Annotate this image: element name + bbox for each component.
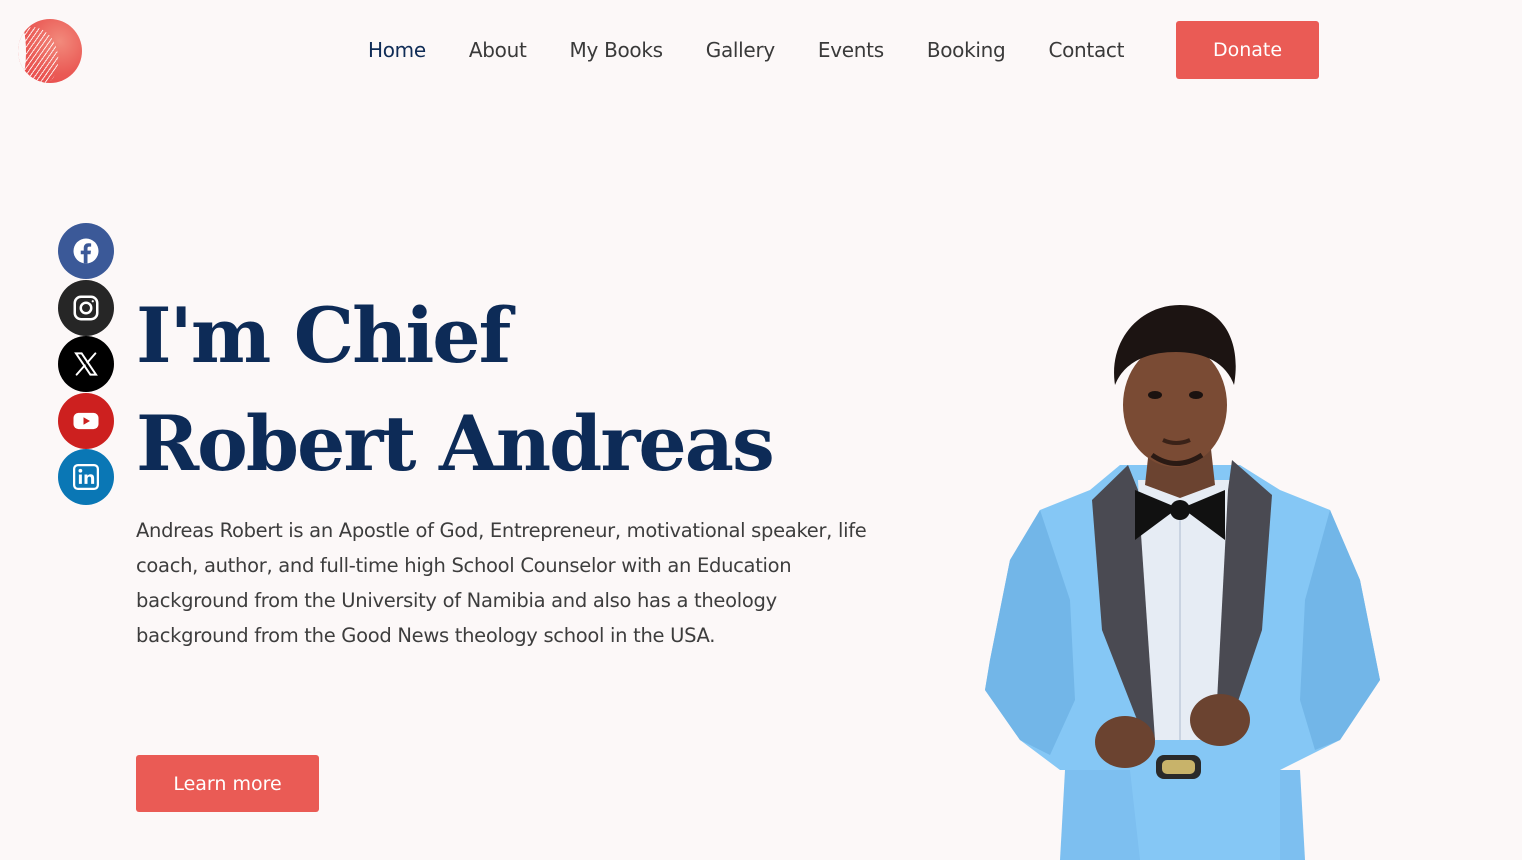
nav-booking[interactable]: Booking — [927, 38, 1006, 62]
linkedin-icon[interactable] — [58, 449, 114, 505]
nav-events[interactable]: Events — [818, 38, 884, 62]
portrait-image — [985, 305, 1380, 860]
x-icon[interactable] — [58, 336, 114, 392]
youtube-icon[interactable] — [58, 392, 114, 449]
hero-title: I'm Chief Robert Andreas — [136, 282, 836, 498]
nav-contact[interactable]: Contact — [1048, 38, 1124, 62]
hero-title-line2: Robert Andreas — [136, 399, 775, 488]
learn-more-button[interactable]: Learn more — [136, 755, 319, 812]
site-logo[interactable] — [18, 19, 82, 83]
nav-gallery[interactable]: Gallery — [706, 38, 775, 62]
donate-button[interactable]: Donate — [1176, 21, 1319, 79]
nav-my-books[interactable]: My Books — [570, 38, 664, 62]
nav-about[interactable]: About — [469, 38, 527, 62]
instagram-icon[interactable] — [58, 279, 114, 336]
hero-title-line1: I'm Chief — [136, 291, 511, 380]
facebook-icon[interactable] — [58, 223, 114, 279]
main-nav: Home About My Books Gallery Events Booki… — [368, 33, 1167, 67]
hero-bio: Andreas Robert is an Apostle of God, Ent… — [136, 519, 867, 647]
social-links — [58, 223, 114, 506]
nav-home[interactable]: Home — [368, 38, 426, 62]
